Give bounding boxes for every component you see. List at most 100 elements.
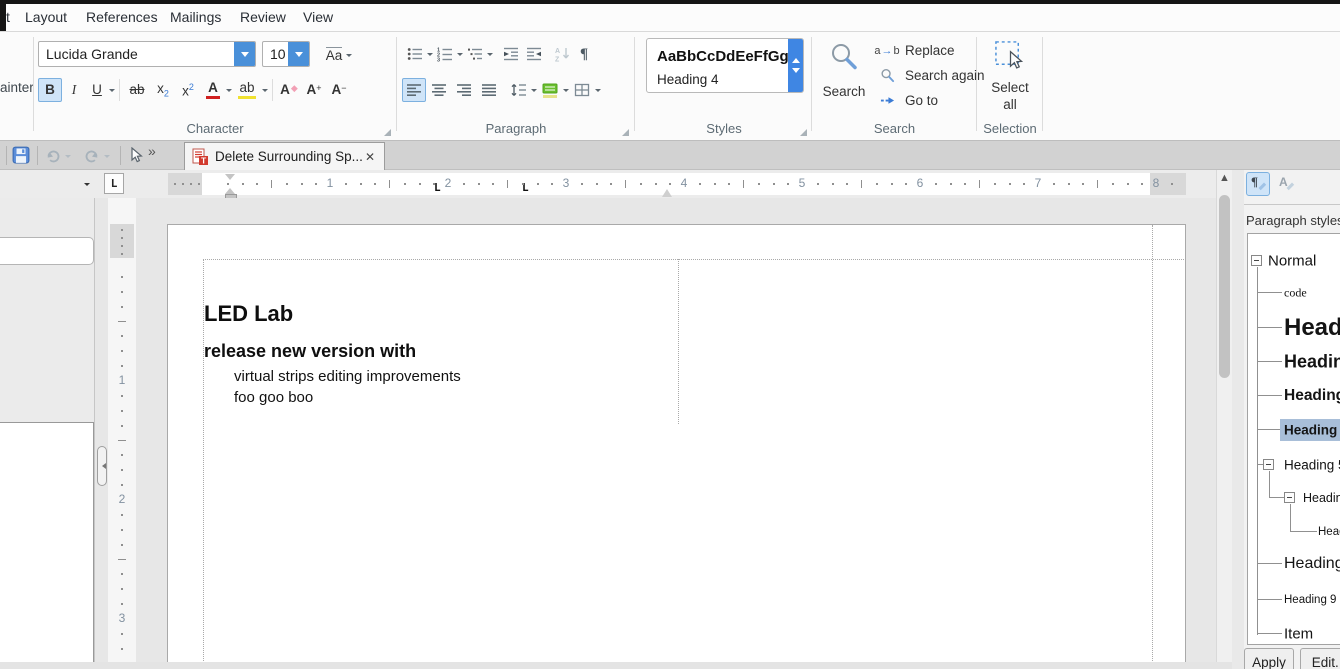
style-tree-item-item[interactable]: Item (1284, 626, 1313, 643)
font-color-button[interactable]: A (201, 78, 225, 102)
search-menu-item-replace[interactable]: a→bReplace (875, 38, 985, 63)
tree-expander[interactable] (1284, 492, 1295, 503)
highlight-button[interactable]: ab (233, 78, 261, 102)
search-menu-item-go-to[interactable]: Go to (875, 88, 985, 113)
document-page[interactable]: LED Lab release new version with virtual… (167, 224, 1186, 669)
document-heading-1[interactable]: LED Lab (204, 301, 293, 327)
redo-button[interactable] (84, 147, 100, 168)
shading-button[interactable] (538, 78, 562, 102)
multilevel-list-dropdown-icon[interactable] (487, 53, 493, 59)
multilevel-list-button[interactable] (464, 42, 486, 66)
change-case-button[interactable]: Aa (318, 43, 360, 66)
bold-button[interactable]: B (38, 78, 62, 102)
underline-button[interactable]: U (86, 78, 108, 102)
highlight-dropdown-icon[interactable] (262, 89, 268, 95)
line-spacing-dropdown-icon[interactable] (531, 89, 537, 95)
tab-stop-selector[interactable]: L (104, 173, 124, 194)
tree-expander[interactable] (1263, 459, 1274, 470)
numbered-list-dropdown-icon[interactable] (457, 53, 463, 59)
style-tree-item-heading-1[interactable]: Heading 1 (1284, 314, 1340, 342)
toolbar-overflow-button[interactable]: » (148, 143, 156, 159)
align-center-button[interactable] (427, 78, 451, 102)
justify-button[interactable] (477, 78, 501, 102)
apply-button[interactable]: Apply (1244, 648, 1294, 669)
edit-button[interactable]: Edit... (1300, 648, 1340, 669)
search-menu-item-search-again[interactable]: Search again (875, 63, 985, 88)
search-button[interactable]: Search (819, 37, 869, 117)
right-indent-marker[interactable] (662, 184, 672, 197)
horizontal-ruler[interactable]: L L 12345678 (168, 173, 1186, 195)
undo-dropdown[interactable] (65, 155, 71, 161)
paragraph-dialog-launcher[interactable] (622, 129, 629, 136)
increase-indent-button[interactable] (500, 42, 522, 66)
font-name-combo[interactable]: Lucida Grande (38, 41, 256, 67)
font-color-dropdown-icon[interactable] (226, 89, 232, 95)
font-size-combo[interactable]: 10 (262, 41, 310, 67)
formatting-marks-button[interactable]: ¶ (575, 42, 593, 66)
underline-dropdown-icon[interactable] (109, 89, 115, 95)
shrink-font-button[interactable]: A− (327, 78, 351, 102)
character-styles-toggle[interactable]: A (1274, 172, 1298, 196)
styles-scroll-strip[interactable] (788, 39, 803, 92)
bullet-list-dropdown-icon[interactable] (427, 53, 433, 59)
font-size-dropdown[interactable] (288, 42, 309, 66)
clear-formatting-button[interactable]: A◆ (277, 78, 301, 102)
styles-tree[interactable]: NormalcodeHeading 1Heading 2Heading 3Hea… (1247, 233, 1340, 645)
format-painter-label-partial[interactable]: ainter (0, 80, 34, 95)
menu-item-mailings[interactable]: Mailings (170, 4, 221, 31)
paragraph-styles-toggle[interactable]: ¶ (1246, 172, 1270, 196)
vertical-ruler[interactable]: 123 (108, 198, 136, 669)
grow-font-button[interactable]: A+ (302, 78, 326, 102)
borders-dropdown-icon[interactable] (595, 89, 601, 95)
style-tree-item-heading-7[interactable]: Heading 7 (1318, 526, 1340, 538)
line-spacing-button[interactable] (508, 78, 530, 102)
align-right-button[interactable] (452, 78, 476, 102)
font-name-dropdown[interactable] (234, 42, 255, 66)
document-line[interactable]: foo goo boo (234, 387, 461, 408)
style-tree-item-heading-4[interactable]: Heading 4 (1284, 423, 1340, 438)
borders-button[interactable] (570, 78, 594, 102)
document-heading-2[interactable]: release new version with (204, 341, 416, 362)
tree-expander[interactable] (1251, 255, 1262, 266)
scroll-up-arrow-icon[interactable]: ▲ (1217, 172, 1232, 184)
document-body[interactable]: virtual strips editing improvements foo … (234, 366, 461, 408)
close-icon[interactable]: ✕ (365, 150, 375, 164)
sort-button[interactable]: AZ (552, 42, 574, 66)
menu-item-layout[interactable]: Layout (25, 4, 67, 31)
decrease-indent-button[interactable] (523, 42, 545, 66)
align-left-button[interactable] (402, 78, 426, 102)
menu-item-t[interactable]: t (6, 4, 10, 31)
style-tree-item-code[interactable]: code (1284, 286, 1307, 301)
style-tree-item-heading-5[interactable]: Heading 5 (1284, 458, 1340, 473)
style-tree-item-heading-6[interactable]: Heading 6 (1303, 491, 1340, 505)
style-tree-item-heading-3[interactable]: Heading 3 (1284, 387, 1340, 405)
bullet-list-button[interactable] (404, 42, 426, 66)
ruler-options-dropdown[interactable] (84, 183, 90, 189)
left-panel-collapse-handle[interactable] (97, 446, 107, 486)
style-tree-item-normal[interactable]: Normal (1268, 253, 1316, 270)
scrollbar-thumb[interactable] (1219, 195, 1230, 378)
menu-item-view[interactable]: View (303, 4, 333, 31)
menu-item-references[interactable]: References (86, 4, 158, 31)
style-tree-item-heading-9[interactable]: Heading 9 (1284, 594, 1336, 606)
styles-dialog-launcher[interactable] (800, 129, 807, 136)
undo-button[interactable] (45, 147, 61, 168)
menu-item-review[interactable]: Review (240, 4, 286, 31)
redo-dropdown[interactable] (104, 155, 110, 161)
vertical-scrollbar[interactable]: ▲ (1216, 170, 1232, 669)
superscript-button[interactable]: x2 (176, 78, 200, 102)
character-dialog-launcher[interactable] (384, 129, 391, 136)
scroll-up-icon[interactable] (792, 54, 800, 63)
style-tree-item-heading-8[interactable]: Heading 8 (1284, 555, 1340, 573)
strikethrough-button[interactable]: ab (124, 78, 150, 102)
document-tab[interactable]: T Delete Surrounding Sp... ✕ (184, 142, 385, 170)
save-button[interactable] (12, 146, 30, 169)
panel-search-input[interactable] (0, 237, 94, 265)
shading-dropdown-icon[interactable] (563, 89, 569, 95)
font-size-value[interactable]: 10 (263, 42, 288, 66)
document-line[interactable]: virtual strips editing improvements (234, 366, 461, 387)
styles-gallery[interactable]: AaBbCcDdEeFfGg Heading 4 (646, 38, 804, 93)
italic-button[interactable]: I (63, 78, 85, 102)
object-mode-button[interactable] (128, 147, 144, 168)
select-all-button[interactable]: Select all (984, 37, 1036, 117)
